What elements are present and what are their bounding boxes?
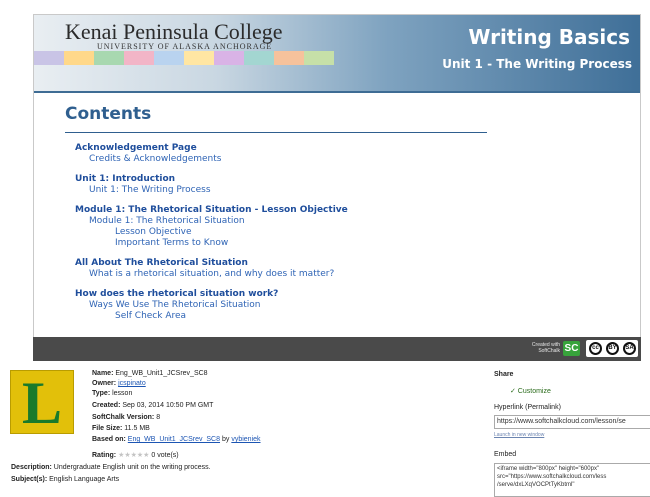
subjects-label: Subject(s): — [11, 476, 48, 483]
share-alike-icon: SA — [623, 342, 636, 355]
embed-label: Embed — [494, 451, 517, 458]
table-of-contents: Acknowledgement Page Credits & Acknowledg… — [75, 143, 615, 322]
toc-item-link[interactable]: Module 1: The Rhetorical Situation — [75, 216, 615, 227]
cc-icon: cc — [589, 342, 602, 355]
toc-item-link[interactable]: Important Terms to Know — [75, 238, 615, 249]
lesson-metadata-panel: L Name: Eng_WB_Unit1_JCSrev_SC8 Owner: j… — [0, 364, 650, 497]
rating-stars[interactable]: ★★★★★ — [118, 452, 149, 459]
share-heading: Share — [494, 371, 514, 378]
vote-count: 0 vote(s) — [151, 452, 179, 459]
contents-heading: Contents — [65, 104, 152, 124]
color-swatch — [304, 51, 334, 65]
embed-code-field[interactable]: <iframe width="800px" height="600px" src… — [494, 463, 650, 497]
toc-section-link[interactable]: Module 1: The Rhetorical Situation - Les… — [75, 205, 615, 216]
toc-item-link[interactable]: Self Check Area — [75, 311, 615, 322]
type-row: Type: lesson — [92, 390, 132, 397]
unit-title: Unit 1 - The Writing Process — [442, 57, 632, 71]
lesson-thumbnail[interactable]: L — [10, 370, 74, 436]
file-size-value: 11.5 MB — [124, 425, 150, 432]
toc-section-link[interactable]: Acknowledgement Page — [75, 143, 615, 154]
name-label: Name: — [92, 370, 114, 377]
type-value: lesson — [112, 390, 133, 397]
based-on-label: Based on: — [92, 436, 126, 443]
color-swatch — [274, 51, 304, 65]
by-attribution-icon: BY — [606, 342, 619, 355]
owner-label: Owner: — [92, 380, 117, 387]
subjects-row: Subject(s): English Language Arts — [11, 476, 119, 483]
version-value: 8 — [156, 414, 161, 421]
file-size-row: File Size: 11.5 MB — [92, 425, 150, 432]
name-row: Name: Eng_WB_Unit1_JCSrev_SC8 — [92, 370, 208, 377]
subjects-value: English Language Arts — [49, 476, 120, 483]
owner-row: Owner: jcspinato — [92, 380, 146, 387]
created-label: Created: — [92, 402, 121, 409]
toc-section-link[interactable]: Unit 1: Introduction — [75, 174, 615, 185]
based-on-link[interactable]: Eng_WB_Unit1_JCSrev_SC8 — [128, 436, 220, 443]
description-label: Description: — [11, 464, 52, 471]
toc-item-link[interactable]: Lesson Objective — [75, 227, 615, 238]
version-row: SoftChalk Version: 8 — [92, 414, 160, 421]
creative-commons-badge[interactable]: cc BY SA — [586, 340, 638, 357]
banner-divider — [34, 91, 640, 93]
toc-item-link[interactable]: What is a rhetorical situation, and why … — [75, 269, 615, 280]
by-word: by — [221, 436, 230, 443]
description-row: Description: Undergraduate English unit … — [11, 464, 211, 471]
based-on-row: Based on: Eng_WB_Unit1_JCSrev_SC8 by vyb… — [92, 436, 261, 443]
rating-row: Rating: ★★★★★ 0 vote(s) — [92, 451, 179, 459]
toc-item-link[interactable]: Ways We Use The Rhetorical Situation — [75, 300, 615, 311]
thumbnail-letter: L — [21, 370, 63, 436]
lesson-footer-bar: Created with SoftChalk SC cc BY SA — [33, 337, 641, 361]
toc-item-link[interactable]: Unit 1: The Writing Process — [75, 185, 615, 196]
lesson-frame: Kenai Peninsula College University of Al… — [33, 14, 641, 346]
lesson-name: Eng_WB_Unit1_JCSrev_SC8 — [115, 370, 208, 377]
customize-link[interactable]: ✓ Customize — [510, 387, 551, 395]
color-swatch — [34, 51, 64, 65]
permalink-label: Hyperlink (Permalink) — [494, 404, 561, 411]
based-on-author-link[interactable]: vybieniek — [231, 436, 260, 443]
toc-section-link[interactable]: All About The Rhetorical Situation — [75, 258, 615, 269]
color-swatch — [244, 51, 274, 65]
color-swatch — [184, 51, 214, 65]
color-swatch — [124, 51, 154, 65]
contents-divider — [65, 132, 487, 133]
description-value: Undergraduate English unit on the writin… — [53, 464, 211, 471]
toc-item-link[interactable]: Credits & Acknowledgements — [75, 154, 615, 165]
university-name: University of Alaska Anchorage — [97, 42, 273, 51]
launch-new-window-link[interactable]: Launch in new window — [494, 432, 544, 438]
color-swatch — [214, 51, 244, 65]
lesson-viewer: Kenai Peninsula College University of Al… — [0, 0, 650, 364]
rating-label: Rating: — [92, 452, 117, 459]
owner-link[interactable]: jcspinato — [118, 380, 146, 387]
type-label: Type: — [92, 390, 111, 397]
created-with-label: Created with SoftChalk — [531, 342, 560, 354]
color-swatch — [64, 51, 94, 65]
toc-section-link[interactable]: How does the rhetorical situation work? — [75, 289, 615, 300]
file-size-label: File Size: — [92, 425, 123, 432]
softchalk-logo-icon[interactable]: SC — [563, 341, 580, 356]
version-label: SoftChalk Version: — [92, 414, 155, 421]
created-value: Sep 03, 2014 10:50 PM GMT — [122, 402, 214, 409]
lesson-banner: Kenai Peninsula College University of Al… — [34, 15, 640, 91]
course-title: Writing Basics — [468, 25, 630, 49]
color-swatch — [94, 51, 124, 65]
permalink-field[interactable]: https://www.softchalkcloud.com/lesson/se — [494, 415, 650, 429]
created-row: Created: Sep 03, 2014 10:50 PM GMT — [92, 402, 213, 409]
color-swatch — [154, 51, 184, 65]
color-swatch-strip — [34, 51, 334, 65]
